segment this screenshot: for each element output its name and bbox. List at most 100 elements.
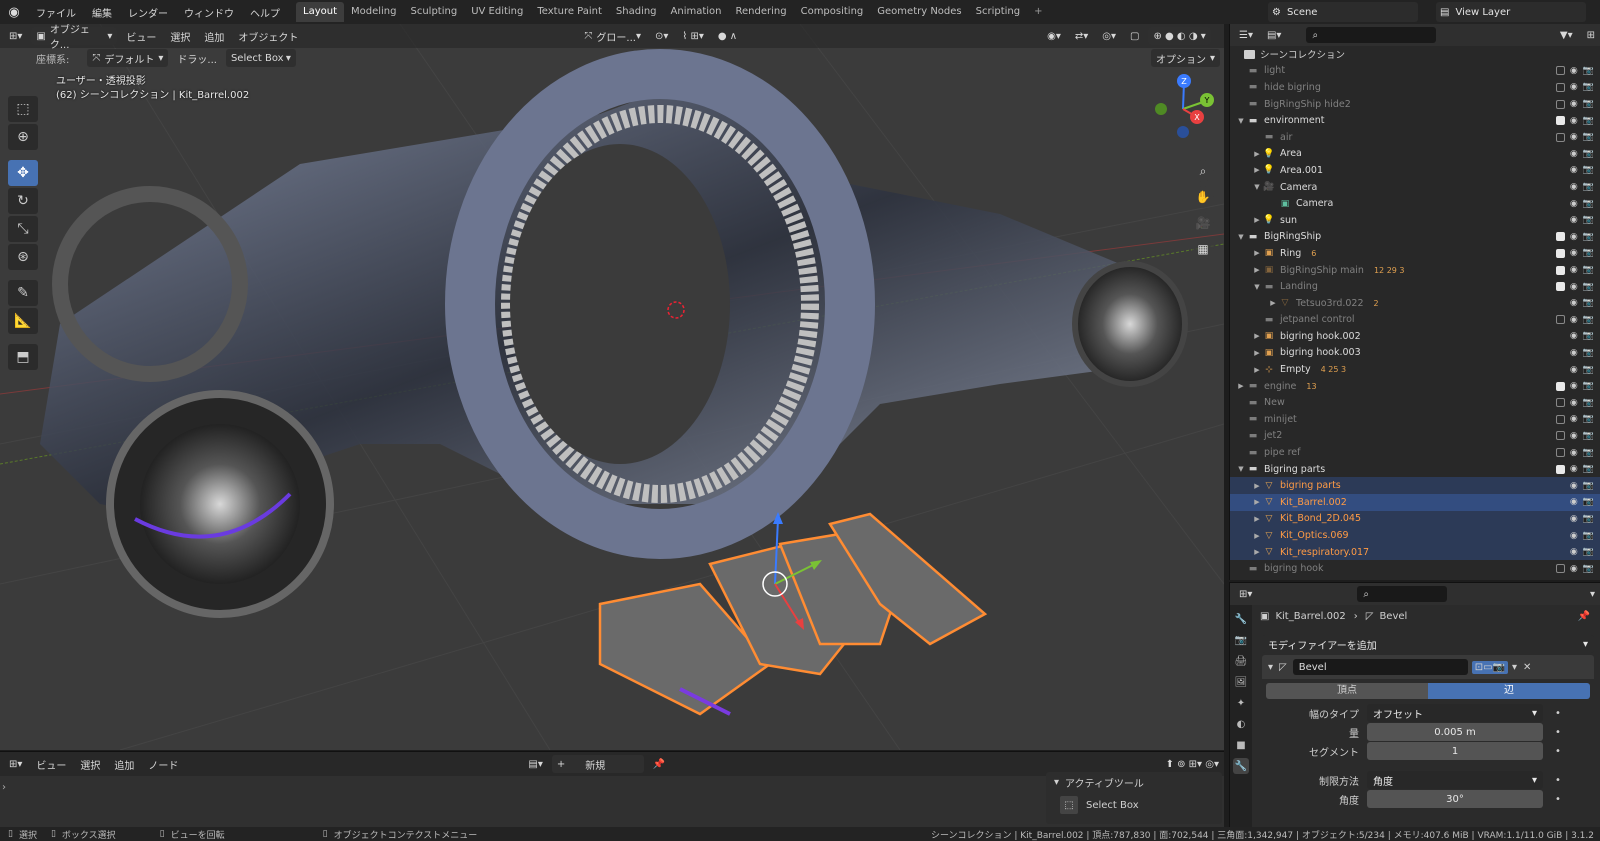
expand-right-icon[interactable]: ▶ bbox=[1252, 366, 1262, 374]
eye-icon[interactable]: ◉ bbox=[1570, 298, 1578, 308]
eye-icon[interactable]: ◉ bbox=[1570, 448, 1578, 458]
render-camera-icon[interactable]: 📷 bbox=[1583, 464, 1594, 474]
workspace-tab-4[interactable]: Texture Paint bbox=[530, 2, 609, 22]
expand-right-icon[interactable]: ▶ bbox=[1252, 482, 1262, 490]
render-camera-icon[interactable]: 📷 bbox=[1583, 398, 1594, 408]
select-box-tool[interactable]: ⬚ bbox=[8, 96, 38, 122]
eye-icon[interactable]: ◉ bbox=[1570, 66, 1578, 76]
transform-orientation[interactable]: ⤧ グロー... ▾ bbox=[579, 27, 646, 45]
render-camera-icon[interactable]: 📷 bbox=[1583, 547, 1594, 557]
render-camera-icon[interactable]: 📷 bbox=[1583, 331, 1594, 341]
eye-icon[interactable]: ◉ bbox=[1570, 315, 1578, 325]
menu-4[interactable]: ヘルプ bbox=[242, 5, 288, 20]
view-layer-tab-icon[interactable]: 🖼 bbox=[1233, 674, 1249, 690]
render-camera-icon[interactable]: 📷 bbox=[1583, 149, 1594, 159]
scale-tool[interactable]: ⤡ bbox=[8, 216, 38, 242]
blender-logo-icon[interactable]: ◉ bbox=[0, 0, 28, 24]
expand-down-icon[interactable]: ▼ bbox=[1236, 233, 1246, 241]
render-camera-icon[interactable]: 📷 bbox=[1583, 232, 1594, 242]
keyframe-dot-icon[interactable]: • bbox=[1555, 727, 1561, 738]
exclude-checkbox[interactable] bbox=[1555, 381, 1565, 391]
outliner-row[interactable]: ▬ minijet ◉ 📷 bbox=[1230, 411, 1600, 428]
eye-icon[interactable]: ◉ bbox=[1570, 531, 1578, 541]
eye-icon[interactable]: ◉ bbox=[1570, 398, 1578, 408]
render-camera-icon[interactable]: 📷 bbox=[1583, 82, 1594, 92]
expand-down-icon[interactable]: ▼ bbox=[1252, 183, 1262, 191]
workspace-tab-3[interactable]: UV Editing bbox=[464, 2, 530, 22]
outliner-row[interactable]: ▼ ▬ Bigring parts ◉ 📷 bbox=[1230, 461, 1600, 478]
outliner-row[interactable]: ▶ ▣ Ring 6 ◉ 📷 bbox=[1230, 245, 1600, 262]
chevron-down-icon[interactable]: ▾ bbox=[1512, 662, 1517, 673]
outliner-row[interactable]: ▼ ▬ environment ◉ 📷 bbox=[1230, 112, 1600, 129]
render-camera-icon[interactable]: 📷 bbox=[1583, 448, 1594, 458]
keyframe-dot-icon[interactable]: • bbox=[1555, 708, 1561, 719]
eye-icon[interactable]: ◉ bbox=[1570, 99, 1578, 109]
outliner-row[interactable]: ▶ 💡 Area ◉ 📷 bbox=[1230, 146, 1600, 163]
outliner-row[interactable]: ▼ ▬ BigRingShip ◉ 📷 bbox=[1230, 229, 1600, 246]
expand-right-icon[interactable]: ▶ bbox=[1252, 166, 1262, 174]
scene-collection-row[interactable]: シーンコレクション bbox=[1230, 46, 1600, 63]
render-camera-icon[interactable]: 📷 bbox=[1583, 132, 1594, 142]
render-camera-icon[interactable]: 📷 bbox=[1583, 315, 1594, 325]
viewport-menu-3[interactable]: オブジェクト bbox=[233, 27, 303, 45]
node-editor-area[interactable]: ⊞▾ ビュー 選択 追加 ノード ▤▾ + 新規 📌 ⬆ ⊚ ⊞▾ ◎▾ › bbox=[0, 751, 1224, 827]
expand-right-icon[interactable]: ▶ bbox=[1252, 216, 1262, 224]
shading-modes[interactable]: ⊕ ● ◐ ◑ ▾ bbox=[1148, 27, 1211, 45]
expand-right-icon[interactable]: ▶ bbox=[1252, 349, 1262, 357]
eye-icon[interactable]: ◉ bbox=[1570, 232, 1578, 242]
expand-right-icon[interactable]: ▶ bbox=[1252, 249, 1262, 257]
render-camera-icon[interactable]: 📷 bbox=[1583, 531, 1594, 541]
zoom-icon[interactable]: ⌕ bbox=[1192, 160, 1214, 182]
amount-field[interactable]: 0.005 m bbox=[1367, 723, 1543, 741]
expand-right-icon[interactable]: ▶ bbox=[1252, 266, 1262, 274]
object-tab-icon[interactable]: ■ bbox=[1233, 737, 1249, 753]
render-camera-icon[interactable]: 📷 bbox=[1583, 248, 1594, 258]
outliner-row[interactable]: ▶ 💡 sun ◉ 📷 bbox=[1230, 212, 1600, 229]
sidebar-toggle-icon[interactable]: › bbox=[2, 782, 6, 793]
outliner-row[interactable]: ▶ ▽ Tetsuo3rd.022 2 ◉ 📷 bbox=[1230, 295, 1600, 312]
menu-0[interactable]: ファイル bbox=[28, 5, 84, 20]
outliner-row[interactable]: ▬ light ◉ 📷 bbox=[1230, 63, 1600, 80]
exclude-checkbox[interactable] bbox=[1555, 82, 1565, 92]
outliner-row[interactable]: ▶ ▽ Kit_Bond_2D.045 ◉ 📷 bbox=[1230, 510, 1600, 528]
render-camera-icon[interactable]: 📷 bbox=[1583, 564, 1594, 574]
exclude-checkbox[interactable] bbox=[1555, 398, 1565, 408]
eye-icon[interactable]: ◉ bbox=[1570, 464, 1578, 474]
outliner-row[interactable]: ▬ air ◉ 📷 bbox=[1230, 129, 1600, 146]
add-modifier-dropdown[interactable]: モディファイアーを追加 ▾ bbox=[1262, 635, 1594, 653]
modifier-display-toggles[interactable]: ⊡▭📷 bbox=[1471, 660, 1509, 674]
rotate-tool[interactable]: ↻ bbox=[8, 188, 38, 214]
eye-icon[interactable]: ◉ bbox=[1570, 381, 1578, 391]
chevron-down-icon[interactable]: ▾ bbox=[1054, 777, 1059, 788]
outliner-row[interactable]: ▬ pipe ref ◉ 📷 bbox=[1230, 444, 1600, 461]
eye-icon[interactable]: ◉ bbox=[1570, 331, 1578, 341]
exclude-checkbox[interactable] bbox=[1555, 116, 1565, 126]
exclude-checkbox[interactable] bbox=[1555, 265, 1565, 275]
render-camera-icon[interactable]: 📷 bbox=[1583, 199, 1594, 209]
workspace-tab-8[interactable]: Compositing bbox=[794, 2, 871, 22]
eye-icon[interactable]: ◉ bbox=[1570, 348, 1578, 358]
eye-icon[interactable]: ◉ bbox=[1570, 365, 1578, 375]
select-mode-dropdown[interactable]: Select Box ▾ bbox=[225, 49, 296, 67]
editor-type-button[interactable]: ⊞▾ bbox=[4, 755, 27, 773]
outliner-row[interactable]: ▼ ▬ Landing ◉ 📷 bbox=[1230, 278, 1600, 295]
menu-2[interactable]: レンダー bbox=[120, 5, 176, 20]
render-camera-icon[interactable]: 📷 bbox=[1583, 298, 1594, 308]
proportional-edit-button[interactable]: ● ∧ bbox=[713, 27, 742, 45]
expand-right-icon[interactable]: ▶ bbox=[1252, 515, 1262, 523]
node-menu-1[interactable]: 選択 bbox=[75, 755, 105, 773]
outliner-row[interactable]: ▣ Camera ◉ 📷 bbox=[1230, 195, 1600, 212]
eye-icon[interactable]: ◉ bbox=[1570, 497, 1578, 507]
expand-right-icon[interactable]: ▶ bbox=[1252, 498, 1262, 506]
outliner-row[interactable]: ▬ hide bigring ◉ 📷 bbox=[1230, 79, 1600, 96]
outliner-row[interactable]: ▬ bigring hook ◉ 📷 bbox=[1230, 560, 1600, 577]
exclude-checkbox[interactable] bbox=[1555, 248, 1565, 258]
eye-icon[interactable]: ◉ bbox=[1570, 547, 1578, 557]
eye-icon[interactable]: ◉ bbox=[1570, 182, 1578, 192]
workspace-tab-7[interactable]: Rendering bbox=[729, 2, 794, 22]
display-mode-button[interactable]: ▤▾ bbox=[1262, 26, 1286, 44]
exclude-checkbox[interactable] bbox=[1555, 132, 1565, 142]
outliner-row[interactable]: ▶ ▬ engine 13 ◉ 📷 bbox=[1230, 378, 1600, 395]
add-workspace-button[interactable]: + bbox=[1027, 2, 1049, 22]
pin-icon[interactable]: 📌 bbox=[1578, 611, 1590, 622]
